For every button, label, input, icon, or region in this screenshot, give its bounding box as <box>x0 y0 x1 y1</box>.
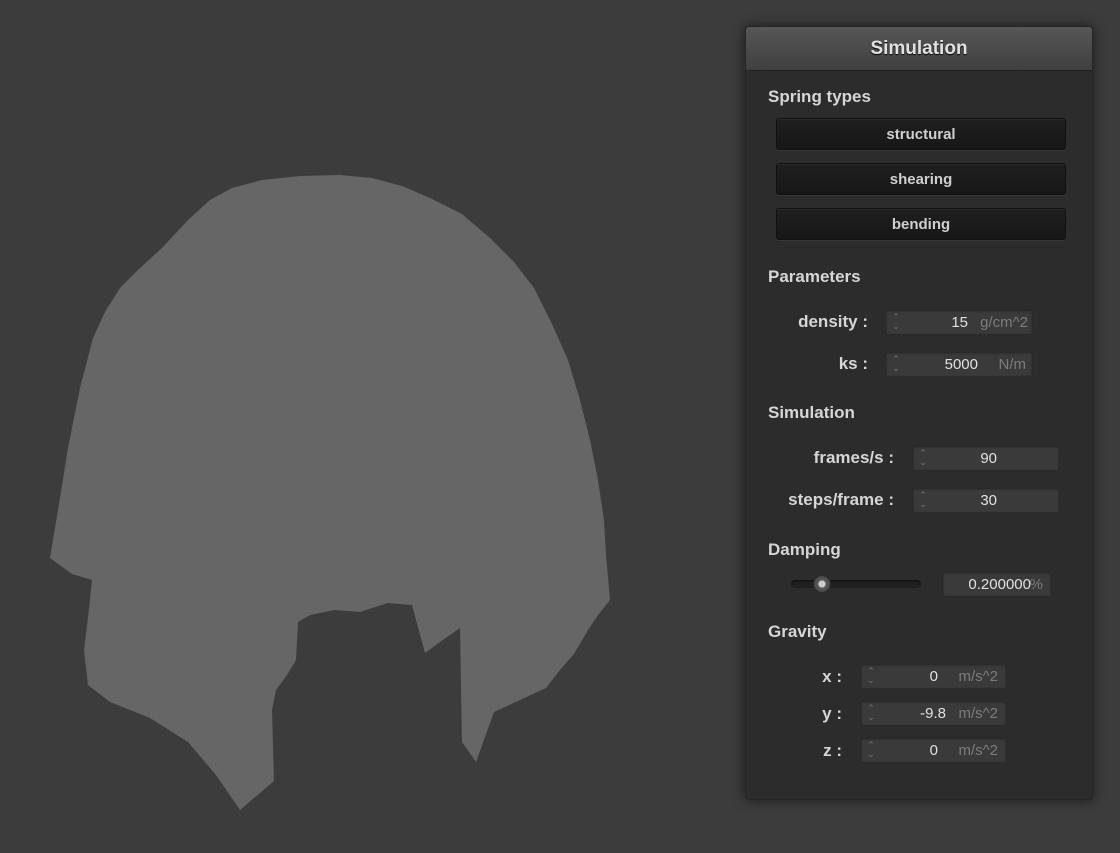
cloth-mesh <box>50 175 610 810</box>
gravity-y-label: y : <box>822 704 842 723</box>
bending-button[interactable]: bending <box>776 208 1066 240</box>
gravity-y-field[interactable]: ⌃ ⌄ -9.8 m/s^2 <box>860 700 1007 726</box>
gravity-z-value: 0 <box>929 742 938 759</box>
parameters-heading: Parameters <box>768 267 861 286</box>
damping-heading: Damping <box>768 540 841 559</box>
gravity-z-unit: m/s^2 <box>958 742 998 759</box>
gravity-heading: Gravity <box>768 622 827 641</box>
ks-value: 5000 <box>944 356 978 373</box>
steps-label: steps/frame : <box>788 490 894 509</box>
gravity-x-unit: m/s^2 <box>958 668 998 685</box>
damping-value: 0.200000 <box>968 576 1031 593</box>
damping-slider-handle[interactable] <box>813 575 832 593</box>
density-label: density : <box>798 312 868 331</box>
viewport-3d[interactable] <box>0 0 730 853</box>
spinner-icon[interactable]: ⌃ ⌄ <box>866 667 876 685</box>
gravity-z-label: z : <box>823 741 842 760</box>
spinner-icon[interactable]: ⌃ ⌄ <box>891 313 901 331</box>
structural-button[interactable]: structural <box>776 118 1066 150</box>
panel-title[interactable]: Simulation <box>746 27 1092 71</box>
ks-label: ks : <box>838 354 868 373</box>
gravity-x-value: 0 <box>929 668 938 685</box>
simulation-panel: Simulation Spring types structural shear… <box>745 26 1093 800</box>
frames-value: 90 <box>980 450 997 467</box>
density-field[interactable]: ⌃ ⌄ 15 g/cm^2 <box>885 309 1033 335</box>
ks-field[interactable]: ⌃ ⌄ 5000 N/m <box>885 351 1033 377</box>
frames-label: frames/s : <box>813 448 894 467</box>
steps-field[interactable]: ⌃ ⌄ 30 <box>912 487 1060 513</box>
density-unit: g/cm^2 <box>980 314 1028 331</box>
gravity-x-label: x : <box>822 667 842 686</box>
density-value: 15 <box>951 314 968 331</box>
gravity-x-field[interactable]: ⌃ ⌄ 0 m/s^2 <box>860 663 1007 689</box>
simulation-heading: Simulation <box>768 403 855 422</box>
damping-slider[interactable] <box>791 575 921 593</box>
spinner-icon[interactable]: ⌃ ⌄ <box>891 355 901 373</box>
steps-value: 30 <box>980 492 997 509</box>
spinner-icon[interactable]: ⌃ ⌄ <box>918 449 928 467</box>
spinner-icon[interactable]: ⌃ ⌄ <box>918 491 928 509</box>
gravity-y-value: -9.8 <box>920 705 946 722</box>
shearing-button[interactable]: shearing <box>776 163 1066 195</box>
frames-field[interactable]: ⌃ ⌄ 90 <box>912 445 1060 471</box>
spring-types-heading: Spring types <box>768 87 871 106</box>
damping-field[interactable]: 0.200000 % <box>942 571 1052 597</box>
gravity-y-unit: m/s^2 <box>958 705 998 722</box>
spinner-icon[interactable]: ⌃ ⌄ <box>866 704 876 722</box>
damping-unit: % <box>1029 576 1043 593</box>
spinner-icon[interactable]: ⌃ ⌄ <box>866 741 876 759</box>
gravity-z-field[interactable]: ⌃ ⌄ 0 m/s^2 <box>860 737 1007 763</box>
ks-unit: N/m <box>998 356 1027 373</box>
